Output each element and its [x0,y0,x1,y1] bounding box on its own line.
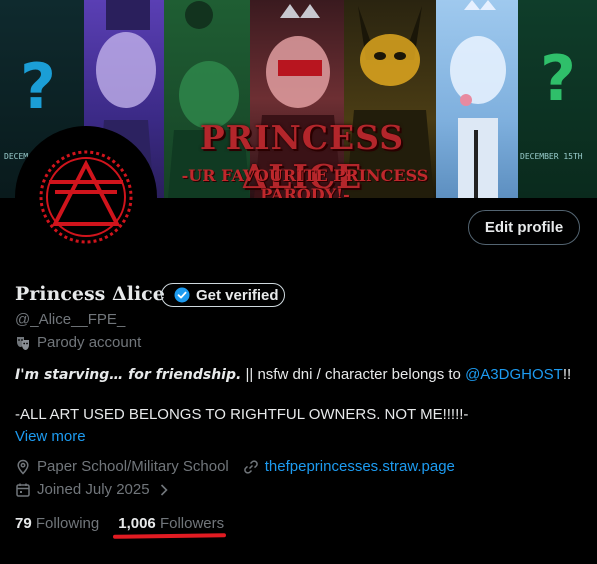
get-verified-button[interactable]: Get verified [161,283,285,307]
bio-line-1: I'm starving… for friendship. || nsfw dn… [15,366,571,383]
following-count: 79 [15,515,32,532]
avatar[interactable] [15,126,157,268]
following-label: Following [35,515,100,532]
location-text: Paper School/Military School [37,458,229,475]
calendar-icon [16,483,30,497]
parody-account-text: Parody account [37,334,142,351]
highlight-underline [112,533,227,539]
location-pin-icon [17,459,29,475]
chevron-right-icon[interactable] [156,482,172,498]
view-more-link[interactable]: View more [15,428,86,445]
profile-meta-row: Joined July 2025 [15,481,172,498]
mention-link[interactable]: @A3DGHOST [465,366,563,383]
followers-link[interactable]: 1,006 Followers [118,515,224,532]
theater-masks-icon [17,336,29,350]
website-link[interactable]: thefpeprincesses.straw.page [265,458,455,475]
banner-subtitle: -UR FAVOURITE PRINCESS PARODY!- [181,166,429,198]
followers-label: Followers [159,515,225,532]
profile-meta-row: Paper School/Military School thefpeprinc… [15,458,455,475]
get-verified-label: Get verified [196,286,279,304]
display-name: Princess Δlice [15,283,165,305]
follow-stats: 79 Following 1,006 Followers [15,515,224,532]
bio-end-text: !! [562,366,572,383]
user-handle: @_Alice__FPE_ [15,311,126,328]
parody-label: Parody account [15,334,141,351]
bio-bold-text: I'm starving… for friendship. [15,367,242,383]
banner-date-right: DECEMBER 15TH [520,152,583,161]
bio-text: || nsfw dni / character belongs to [241,366,466,383]
banner-panel: ? DECEMBER 15TH [518,0,597,198]
link-icon [243,459,258,474]
following-link[interactable]: 79 Following [15,515,99,532]
question-mark-glyph: ? [540,42,576,115]
edit-profile-button[interactable]: Edit profile [468,210,580,245]
avatar-sigil-icon [39,150,133,244]
followers-count: 1,006 [118,515,156,532]
joined-text: Joined July 2025 [37,481,150,498]
question-mark-glyph: ? [20,50,56,123]
verified-badge-icon [174,287,190,303]
bio-line-2: -ALL ART USED BELONGS TO RIGHTFUL OWNERS… [15,406,469,423]
